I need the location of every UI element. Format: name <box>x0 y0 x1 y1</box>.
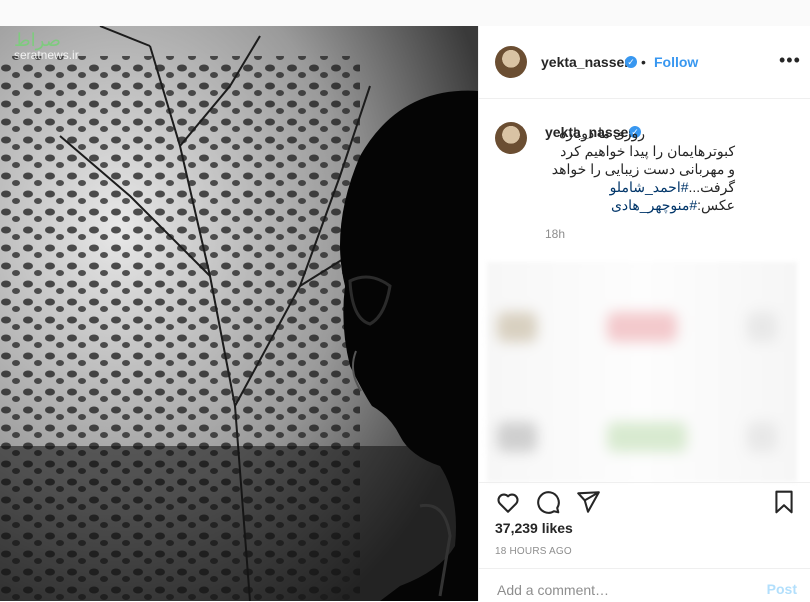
post-header: yekta_nasser ✓ • Follow ••• <box>479 26 810 99</box>
comment-icon[interactable] <box>535 489 561 515</box>
post-comment-button[interactable]: Post <box>767 581 797 597</box>
caption-line-1: روزی ما دوباره <box>558 125 645 141</box>
top-bar <box>0 0 810 27</box>
caption-line-5-text: عکس: <box>697 197 735 213</box>
photo-image <box>0 26 478 601</box>
hashtag-link[interactable]: #احمد_شاملو <box>610 179 689 195</box>
caption-avatar[interactable] <box>495 122 527 154</box>
post-timestamp[interactable]: 18 HOURS AGO <box>495 546 572 557</box>
likes-count[interactable]: 37,239 likes <box>495 520 573 536</box>
comment-bar: Post <box>479 568 810 602</box>
heart-icon[interactable] <box>495 489 521 515</box>
blurred-comments <box>487 262 797 482</box>
post-photo[interactable]: صراط seratnews.ir <box>0 26 478 601</box>
hashtag-link[interactable]: #منوچهر_هادی <box>611 197 697 213</box>
separator-dot: • <box>641 54 646 70</box>
post-side-panel: yekta_nasser ✓ • Follow ••• yekta_nasser… <box>478 26 810 601</box>
share-icon[interactable] <box>575 489 601 515</box>
follow-button[interactable]: Follow <box>654 54 698 70</box>
caption-line-4-text: گرفت... <box>688 179 736 195</box>
caption-line-2: کبوترهایمان را پیدا خواهیم کرد <box>560 143 735 159</box>
post-caption: روزی ما دوباره کبوترهایمان را پیدا خواهی… <box>545 124 735 214</box>
watermark-site: seratnews.ir <box>14 48 79 62</box>
bookmark-icon[interactable] <box>771 489 797 515</box>
verified-badge-icon: ✓ <box>625 56 637 68</box>
header-username[interactable]: yekta_nasser <box>541 54 630 70</box>
caption-line-3: و مهربانی دست زیبایی را خواهد <box>551 161 735 177</box>
avatar[interactable] <box>495 46 527 78</box>
caption-age: 18h <box>545 227 566 241</box>
watermark-logo: صراط <box>14 30 61 51</box>
watermark: صراط seratnews.ir <box>14 30 79 63</box>
comment-input[interactable] <box>495 581 739 599</box>
ellipsis-icon[interactable]: ••• <box>779 50 801 71</box>
